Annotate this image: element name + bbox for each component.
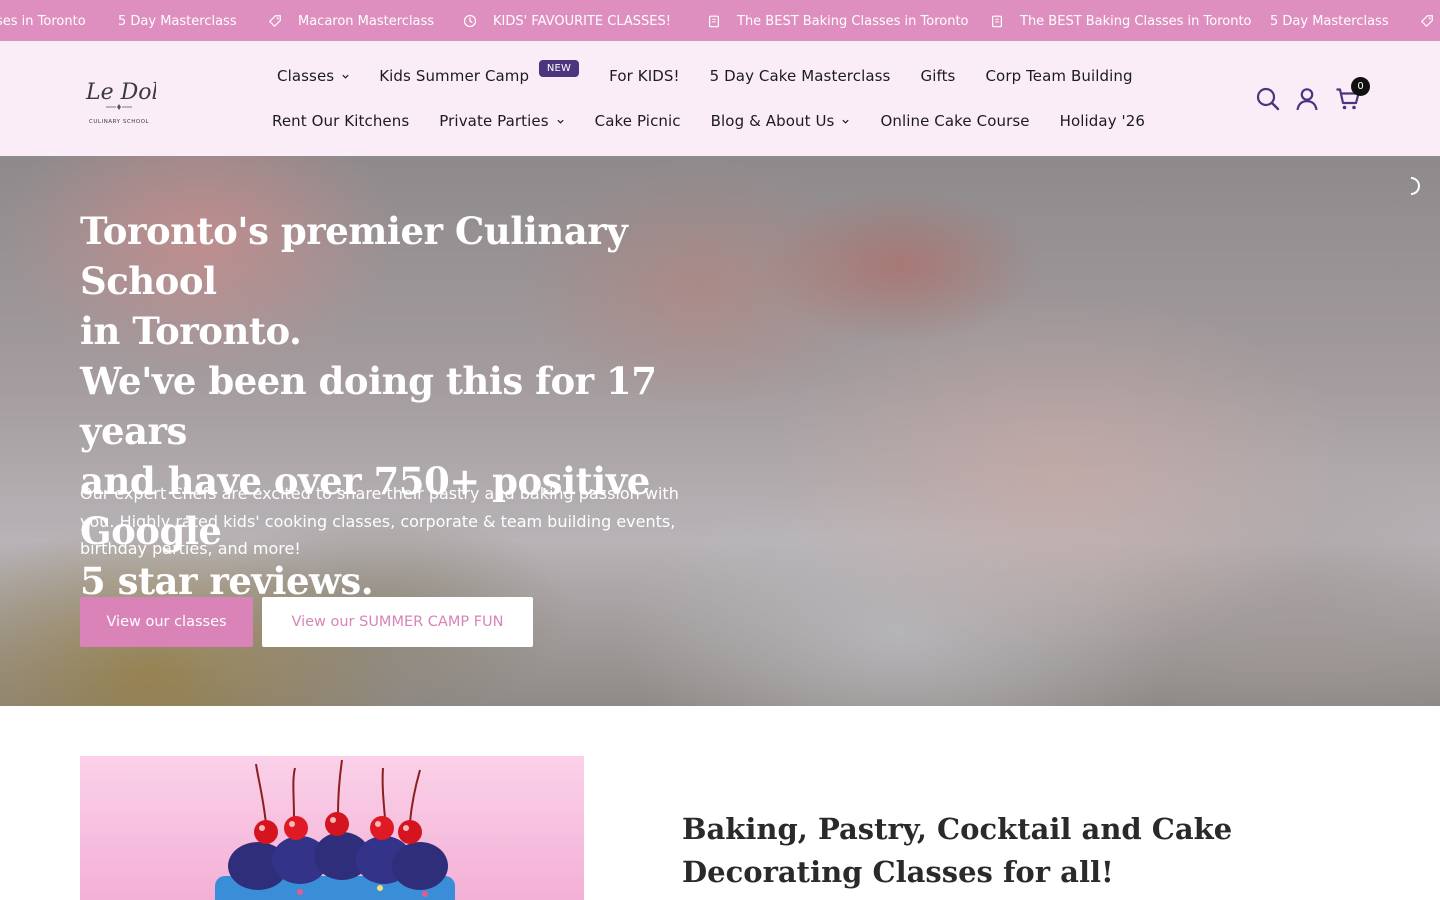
view-summer-camp-button[interactable]: View our SUMMER CAMP FUN (262, 597, 533, 647)
announcement-bar: ses in Toronto 5 Day Masterclass Macaron… (0, 0, 1440, 41)
view-classes-button[interactable]: View our classes (80, 597, 253, 647)
account-icon[interactable] (1294, 86, 1320, 112)
hero-description: Our expert Chefs are excited to share th… (80, 484, 679, 558)
cart-count-badge: 0 (1351, 77, 1370, 96)
nav-cake-picnic[interactable]: Cake Picnic (595, 112, 681, 130)
tag-icon (268, 14, 282, 28)
nav-blog-about-us[interactable]: Blog & About Us (711, 112, 851, 130)
cake-illustration (215, 759, 455, 900)
announcement-item[interactable]: 5 Day Masterclass (1270, 12, 1389, 30)
tag-icon (1420, 14, 1434, 28)
nav-5-day-cake-masterclass[interactable]: 5 Day Cake Masterclass (710, 67, 891, 85)
site-logo[interactable]: Le Dolci CULINARY SCHOOL (80, 65, 156, 133)
announcement-item[interactable]: ses in Toronto (0, 12, 86, 30)
search-icon[interactable] (1255, 86, 1281, 112)
hero-banner: Toronto's premier Culinary School in Tor… (0, 156, 1440, 706)
clock-icon (463, 14, 477, 28)
cake-feature-image (80, 756, 584, 900)
nav-classes[interactable]: Classes (277, 67, 350, 85)
nav-rent-our-kitchens[interactable]: Rent Our Kitchens (272, 112, 409, 130)
primary-nav-row-2: Rent Our Kitchens Private Parties Cake P… (272, 108, 1145, 134)
clipboard-icon (990, 14, 1004, 28)
site-header: Le Dolci CULINARY SCHOOL Classes Kids Su… (0, 41, 1440, 156)
nav-for-kids[interactable]: For KIDS! (609, 67, 679, 85)
svg-text:CULINARY SCHOOL: CULINARY SCHOOL (89, 119, 149, 125)
section-title: Baking, Pastry, Cocktail and Cake Decora… (682, 812, 1233, 889)
nav-gifts[interactable]: Gifts (920, 67, 955, 85)
clipboard-icon (707, 14, 721, 28)
header-actions: 0 (1255, 77, 1370, 112)
nav-corp-team-building[interactable]: Corp Team Building (985, 67, 1132, 85)
nav-holiday-26[interactable]: Holiday '26 (1060, 112, 1145, 130)
nav-online-cake-course[interactable]: Online Cake Course (880, 112, 1029, 130)
announcement-item (1420, 12, 1440, 30)
announcement-item[interactable]: 5 Day Masterclass (118, 12, 237, 30)
announcement-track: ses in Toronto 5 Day Masterclass Macaron… (0, 0, 1440, 41)
announcement-item[interactable]: Macaron Masterclass (268, 12, 434, 30)
announcement-item[interactable]: The BEST Baking Classes in Toronto (707, 12, 969, 30)
chevron-down-icon (841, 117, 850, 126)
new-badge: NEW (538, 60, 580, 77)
cart-button[interactable]: 0 (1335, 77, 1370, 112)
nav-kids-summer-camp[interactable]: Kids Summer Camp NEW (379, 60, 580, 85)
primary-nav-row-1: Classes Kids Summer Camp NEW For KIDS! 5… (277, 60, 1133, 89)
svg-text:Le Dolci: Le Dolci (85, 80, 156, 105)
nav-private-parties[interactable]: Private Parties (439, 112, 564, 130)
loading-spinner-icon (1401, 176, 1421, 196)
chevron-down-icon (341, 72, 350, 81)
announcement-item[interactable]: The BEST Baking Classes in Toronto (990, 12, 1252, 30)
announcement-item[interactable]: KIDS' FAVOURITE CLASSES! (463, 12, 671, 30)
chevron-down-icon (556, 117, 565, 126)
